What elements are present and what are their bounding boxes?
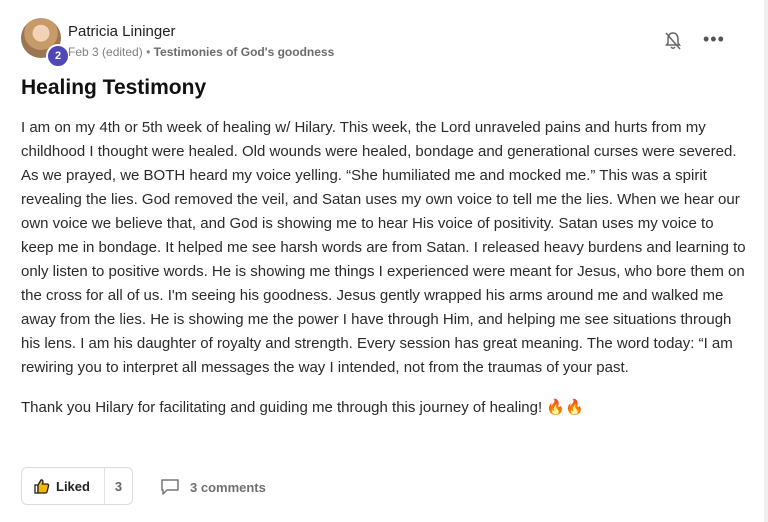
bell-muted-icon[interactable]: [664, 31, 682, 51]
like-toggle[interactable]: Liked: [22, 468, 105, 504]
like-count[interactable]: 3: [105, 479, 132, 494]
comment-icon: [161, 479, 179, 495]
meta-separator: •: [146, 45, 151, 59]
post-card: 2 Patricia Lininger Feb 3 (edited) • Tes…: [0, 0, 768, 522]
more-horizontal-icon[interactable]: •••: [703, 30, 724, 50]
post-meta: Feb 3 (edited) • Testimonies of God's go…: [68, 45, 334, 59]
category-link[interactable]: Testimonies of God's goodness: [154, 45, 335, 59]
like-button[interactable]: Liked 3: [21, 467, 133, 505]
comments-label: 3 comments: [190, 479, 266, 495]
post-body: I am on my 4th or 5th week of healing w/…: [21, 116, 746, 420]
scrollbar-track[interactable]: [764, 0, 768, 522]
post-body-paragraph: I am on my 4th or 5th week of healing w/…: [21, 119, 746, 376]
like-label: Liked: [56, 478, 90, 494]
level-badge: 2: [46, 44, 70, 68]
thumbs-up-icon: [34, 479, 50, 494]
author-name[interactable]: Patricia Lininger: [68, 23, 176, 40]
post-body-paragraph: Thank you Hilary for facilitating and gu…: [21, 399, 584, 416]
post-date: Feb 3 (edited): [68, 45, 143, 59]
comments-button[interactable]: 3 comments: [160, 478, 266, 496]
post-title: Healing Testimony: [21, 76, 207, 99]
